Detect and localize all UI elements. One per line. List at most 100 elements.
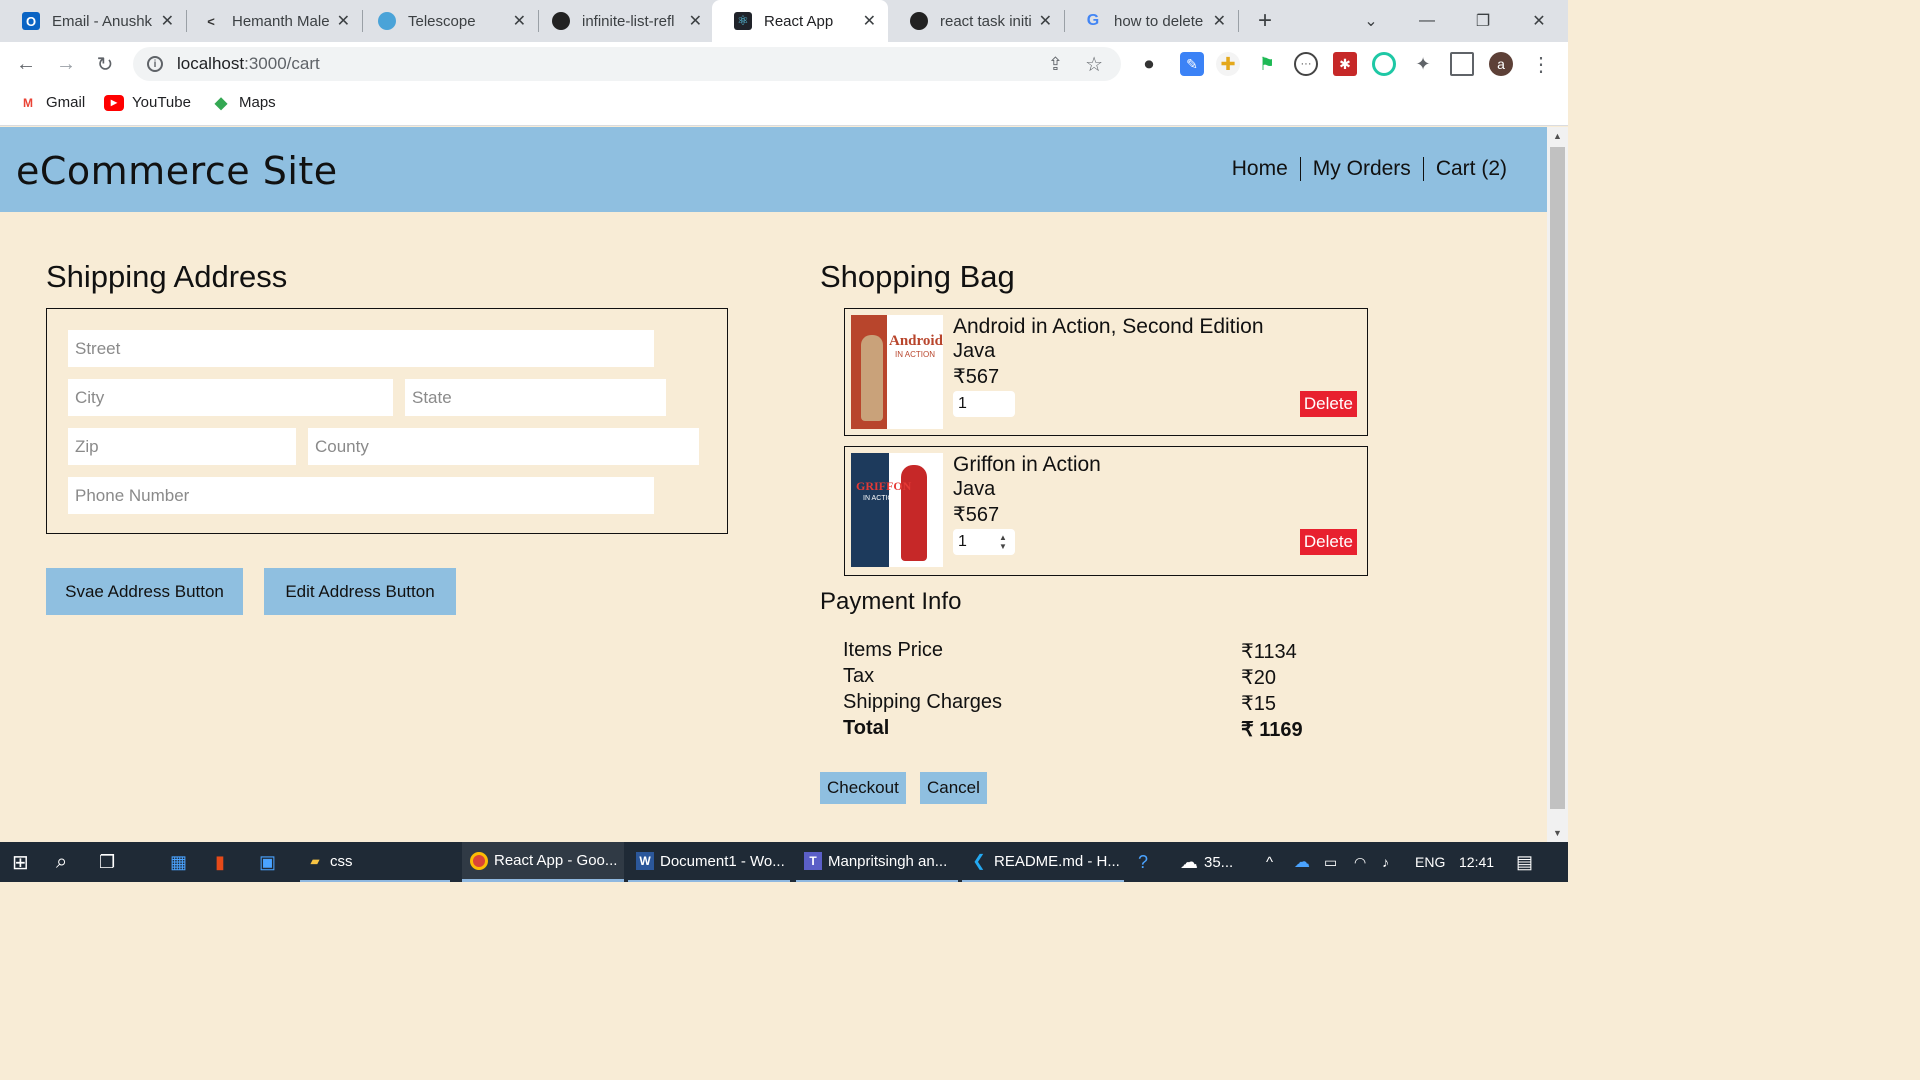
page-content: eCommerce Site Home My Orders Cart (2) S… bbox=[0, 127, 1547, 842]
close-icon[interactable]: ✕ bbox=[863, 11, 876, 31]
bookmark-maps[interactable]: ◆ Maps bbox=[211, 94, 276, 112]
state-input[interactable] bbox=[405, 379, 666, 416]
language-indicator[interactable]: ENG bbox=[1415, 842, 1445, 882]
pen-extension-icon[interactable]: ✎ bbox=[1180, 52, 1204, 76]
item-category: Java bbox=[953, 478, 996, 500]
taskbar-item-explorer[interactable]: ▰ css bbox=[300, 842, 450, 882]
puzzle-red-extension-icon[interactable]: ✱ bbox=[1333, 52, 1357, 76]
street-input[interactable] bbox=[68, 330, 654, 367]
zip-input[interactable] bbox=[68, 428, 296, 465]
search-icon[interactable]: ⌕ bbox=[56, 842, 67, 882]
close-icon[interactable]: ✕ bbox=[1213, 11, 1226, 31]
store-icon[interactable]: ▦ bbox=[170, 842, 187, 882]
record-extension-icon[interactable]: ⏺ bbox=[1137, 52, 1161, 76]
back-arrow-icon[interactable]: ← bbox=[12, 50, 40, 78]
windows-start-icon[interactable]: ⊞ bbox=[12, 842, 29, 882]
address-form bbox=[46, 308, 728, 534]
tab-email[interactable]: O Email - Anushk ✕ bbox=[0, 0, 186, 42]
onedrive-icon[interactable]: ☁ bbox=[1294, 842, 1310, 882]
nav-my-orders[interactable]: My Orders bbox=[1299, 157, 1423, 181]
cover-subtitle: IN ACTION bbox=[895, 350, 936, 359]
scroll-up-icon[interactable]: ▲ bbox=[1547, 127, 1568, 145]
github-icon bbox=[910, 12, 928, 30]
tab-search-chevron-icon[interactable]: ⌄ bbox=[1348, 0, 1394, 42]
tab-hemanth[interactable]: < Hemanth Male ✕ bbox=[180, 0, 362, 42]
address-bar[interactable]: i localhost:3000/cart ⇪ ☆ bbox=[133, 47, 1121, 81]
widgets-icon[interactable]: ▣ bbox=[259, 842, 276, 882]
bookmark-star-icon[interactable]: ☆ bbox=[1085, 52, 1103, 77]
tab-react-task[interactable]: react task initia ✕ bbox=[888, 0, 1064, 42]
county-input[interactable] bbox=[308, 428, 699, 465]
tab-google[interactable]: G how to delete ✕ bbox=[1062, 0, 1238, 42]
taskbar-item-vscode[interactable]: ❮ README.md - H... bbox=[962, 842, 1124, 882]
delete-button[interactable]: Delete bbox=[1299, 529, 1357, 555]
scroll-thumb[interactable] bbox=[1550, 147, 1565, 809]
taskbar-item-word[interactable]: W Document1 - Wo... bbox=[628, 842, 790, 882]
new-tab-button[interactable]: + bbox=[1242, 0, 1288, 42]
cover-figure-illustration bbox=[861, 335, 883, 421]
quantity-stepper[interactable]: 1 ▲ ▼ bbox=[953, 529, 1015, 555]
checkout-button[interactable]: Checkout bbox=[820, 772, 906, 804]
office-icon[interactable]: ▮ bbox=[215, 842, 225, 882]
reload-icon[interactable]: ↻ bbox=[91, 50, 119, 78]
forward-arrow-icon[interactable]: → bbox=[52, 50, 80, 78]
volume-icon[interactable]: ♪ bbox=[1382, 842, 1389, 882]
taskbar-item-teams[interactable]: T Manpritsingh an... bbox=[796, 842, 958, 882]
circle-extension-icon[interactable] bbox=[1372, 52, 1396, 76]
bookmarks-bar: M Gmail ▶ YouTube ◆ Maps bbox=[0, 86, 1568, 126]
plus-extension-icon[interactable]: ✚ bbox=[1216, 52, 1240, 76]
save-address-button[interactable]: Svae Address Button bbox=[46, 568, 243, 615]
restore-button[interactable]: ❐ bbox=[1460, 0, 1506, 42]
scroll-down-icon[interactable]: ▼ bbox=[1547, 824, 1568, 842]
windows-taskbar: ⊞ ⌕ ❐ ▦ ▮ ▣ ▰ css React App - Goo... W D… bbox=[0, 842, 1568, 882]
kebab-menu-icon[interactable]: ⋮ bbox=[1529, 52, 1553, 76]
tab-telescope[interactable]: Telescope ✕ bbox=[356, 0, 538, 42]
page-scrollbar[interactable]: ▲ ▼ bbox=[1547, 127, 1568, 842]
payment-label: Items Price bbox=[843, 639, 944, 661]
nav-cart[interactable]: Cart (2) bbox=[1422, 157, 1519, 181]
close-icon[interactable]: ✕ bbox=[689, 11, 702, 31]
bookmark-gmail[interactable]: M Gmail bbox=[18, 94, 85, 111]
item-price: ₹567 bbox=[953, 366, 1000, 388]
site-info-icon[interactable]: i bbox=[147, 56, 163, 72]
tab-react-app[interactable]: ⚛ React App ✕ bbox=[712, 0, 888, 42]
share-icon[interactable]: ⇪ bbox=[1048, 54, 1063, 75]
weather-widget[interactable]: ☁ 35... bbox=[1180, 842, 1233, 882]
taskbar-item-chrome[interactable]: React App - Goo... bbox=[462, 842, 624, 882]
edit-address-button[interactable]: Edit Address Button bbox=[264, 568, 456, 615]
clock[interactable]: 12:41 bbox=[1459, 842, 1494, 882]
cover-spine-band bbox=[851, 453, 889, 567]
payment-value: ₹15 bbox=[1241, 693, 1276, 715]
close-icon[interactable]: ✕ bbox=[1039, 11, 1052, 31]
side-panel-icon[interactable] bbox=[1450, 52, 1474, 76]
tab-infinite-list[interactable]: infinite-list-refl ✕ bbox=[530, 0, 714, 42]
phone-input[interactable] bbox=[68, 477, 654, 514]
spinner-arrows-icon[interactable]: ▲ ▼ bbox=[996, 533, 1010, 551]
notifications-icon[interactable]: ▤ bbox=[1516, 842, 1533, 882]
bookmark-youtube[interactable]: ▶ YouTube bbox=[104, 94, 191, 111]
leaf-extension-icon[interactable]: ⚑ bbox=[1255, 52, 1279, 76]
extensions-puzzle-icon[interactable]: ✦ bbox=[1411, 52, 1435, 76]
city-input[interactable] bbox=[68, 379, 393, 416]
task-view-icon[interactable]: ❐ bbox=[99, 842, 115, 882]
quantity-stepper[interactable]: 1 bbox=[953, 391, 1015, 417]
google-icon: G bbox=[1086, 12, 1100, 29]
minimize-button[interactable]: — bbox=[1404, 0, 1450, 42]
close-icon[interactable]: ✕ bbox=[161, 11, 174, 31]
cancel-button[interactable]: Cancel bbox=[920, 772, 987, 804]
avatar[interactable]: a bbox=[1489, 52, 1513, 76]
tab-separator bbox=[1238, 10, 1239, 32]
nav-home[interactable]: Home bbox=[1220, 157, 1300, 181]
window-close-button[interactable]: ✕ bbox=[1516, 0, 1562, 42]
shopping-bag-heading: Shopping Bag bbox=[820, 259, 1015, 294]
close-icon[interactable]: ✕ bbox=[337, 11, 350, 31]
close-icon[interactable]: ✕ bbox=[513, 11, 526, 31]
shipping-heading: Shipping Address bbox=[46, 259, 288, 294]
show-hidden-icons-chevron-icon[interactable]: ^ bbox=[1266, 842, 1273, 882]
battery-icon[interactable]: ▭ bbox=[1324, 842, 1337, 882]
delete-button[interactable]: Delete bbox=[1299, 391, 1357, 417]
payment-label: Tax bbox=[843, 665, 875, 687]
help-icon[interactable]: ? bbox=[1138, 842, 1148, 882]
wifi-icon[interactable]: ◠ bbox=[1354, 842, 1366, 882]
dots-extension-icon[interactable]: ··· bbox=[1294, 52, 1318, 76]
